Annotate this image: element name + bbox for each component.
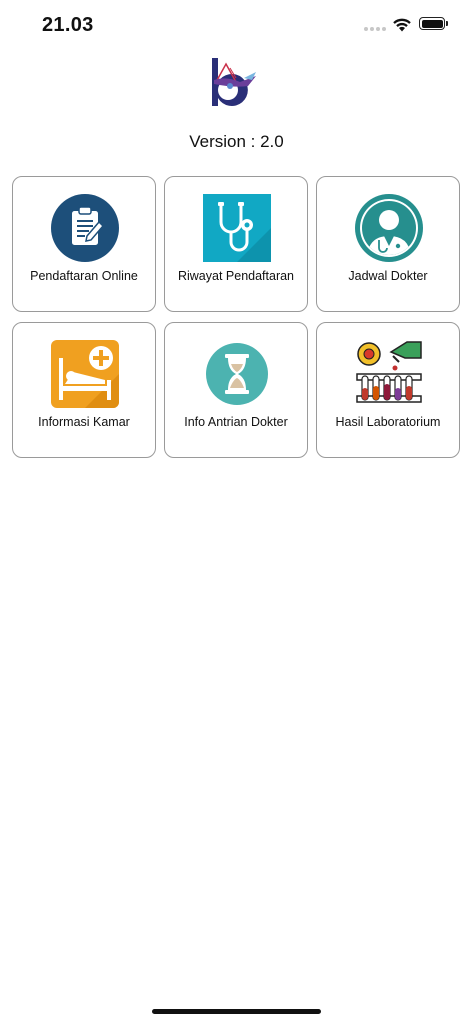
hospital-logo <box>212 58 256 106</box>
menu-tile-pendaftaran-online[interactable]: Pendaftaran Online <box>12 176 156 312</box>
home-indicator[interactable] <box>152 1009 321 1014</box>
menu-label: Pendaftaran Online <box>30 269 138 283</box>
cellular-signal-icon <box>364 27 386 31</box>
doctor-icon <box>355 194 423 262</box>
lab-test-tubes-icon <box>356 341 422 403</box>
status-time: 21.03 <box>42 14 94 36</box>
menu-label: Riwayat Pendaftaran <box>177 269 295 283</box>
clipboard-icon <box>51 194 119 262</box>
menu-tile-hasil-laboratorium[interactable]: Hasil Laboratorium <box>316 322 460 458</box>
menu-label: Informasi Kamar <box>38 415 130 429</box>
menu-label: Jadwal Dokter <box>348 269 428 283</box>
menu-tile-riwayat-pendaftaran[interactable]: Riwayat Pendaftaran <box>164 176 308 312</box>
hospital-bed-icon <box>51 340 119 408</box>
status-bar: 21.03 <box>0 0 473 50</box>
menu-tile-jadwal-dokter[interactable]: Jadwal Dokter <box>316 176 460 312</box>
app-version: Version : 2.0 <box>189 132 284 151</box>
menu-label: Hasil Laboratorium <box>335 415 441 429</box>
menu-grid: Pendaftaran Online Riwayat Pendaftaran J… <box>12 176 462 458</box>
battery-icon <box>419 17 445 30</box>
menu-tile-info-antrian-dokter[interactable]: Info Antrian Dokter <box>164 322 308 458</box>
battery-tip <box>446 21 448 26</box>
wifi-icon <box>393 18 411 32</box>
hourglass-icon <box>206 343 268 405</box>
menu-label: Info Antrian Dokter <box>184 415 288 429</box>
home-screen: 21.03 Version : 2.0 Pendaftaran Online R… <box>0 0 473 1024</box>
stethoscope-icon <box>203 194 271 262</box>
menu-tile-informasi-kamar[interactable]: Informasi Kamar <box>12 322 156 458</box>
